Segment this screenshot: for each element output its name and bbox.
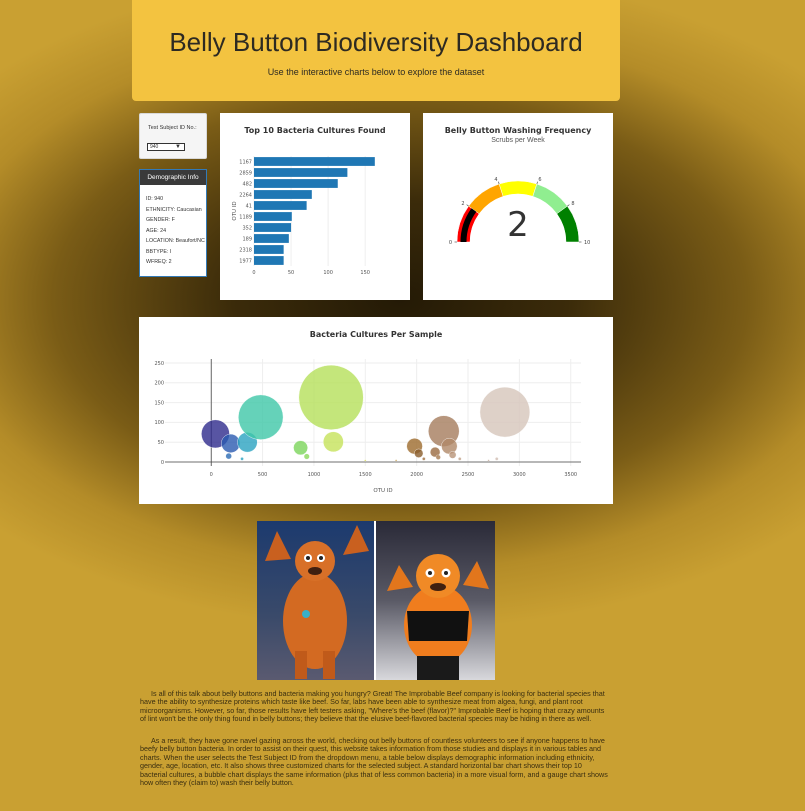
demo-location: LOCATION: Beaufort/NC [146, 238, 205, 244]
bar-x-tick-label: 150 [360, 270, 370, 276]
subject-selector-well: Test Subject ID No.: 940 ▼ [139, 113, 207, 159]
demo-age: AGE: 24 [146, 227, 167, 234]
bubble-x-tick-label: 2000 [410, 472, 423, 478]
bubble-point-2700 [487, 459, 490, 462]
bar-y-tick-label: 352 [242, 225, 252, 231]
mascot-photos [257, 521, 495, 680]
bubble-point-2420 [458, 457, 462, 461]
page-subtitle: Use the interactive charts below to expl… [267, 67, 485, 77]
bubble-y-tick-label: 250 [154, 361, 164, 367]
bubble-point-2210 [435, 454, 441, 460]
subject-selector-label: Test Subject ID No.: [148, 125, 197, 131]
bar-1167 [254, 157, 375, 166]
page-title: Belly Button Biodiversity Dashboard [169, 27, 583, 57]
demographic-info-list: ID: 940 ETHNICITY: Caucasian GENDER: F A… [140, 185, 206, 266]
bubble-point-2318 [441, 438, 458, 455]
demographic-panel: Demographic Info ID: 940 ETHNICITY: Cauc… [139, 169, 207, 277]
demo-wfreq: WFREQ: 2 [146, 259, 172, 265]
bubble-chart-card: Bacteria Cultures Per Sample 0 50 100 150 20… [139, 317, 613, 504]
bubble-x-tick-label: 500 [258, 472, 268, 478]
gauge-chart-card: Belly Button Washing Frequency Scrubs pe… [423, 113, 613, 300]
mascot-photo-right [376, 521, 495, 680]
bar-x-tick-label: 0 [252, 270, 255, 276]
bar-x-tick-label: 100 [323, 270, 333, 276]
bar-2264 [254, 190, 312, 199]
mascot-photo-left [257, 521, 374, 680]
bar-y-tick-label: 2318 [239, 247, 252, 253]
bubble-y-tick-label: 100 [154, 420, 164, 426]
intro-paragraph-2: As a result, they have gone navel gazing… [140, 736, 608, 788]
bar-y-tick-label: 2264 [239, 192, 252, 198]
bubble-x-tick-label: 3500 [564, 472, 577, 478]
bubble-point-2070 [422, 457, 426, 461]
bar-352 [254, 223, 292, 232]
intro-paragraph-1: Is all of this talk about belly buttons … [140, 689, 605, 724]
bubble-x-tick-label: 1500 [359, 472, 372, 478]
bar-2318 [254, 245, 284, 254]
bubble-y-tick-label: 200 [154, 381, 164, 387]
bar-y-tick-label: 1167 [239, 159, 252, 165]
bubble-point-482 [238, 394, 284, 440]
bar-y-tick-label: 482 [242, 181, 252, 187]
bubble-point-1500 [364, 459, 367, 462]
demo-ethnicity: ETHNICITY: Caucasian [146, 206, 202, 213]
bar-y-tick-label: 1977 [239, 258, 252, 264]
bubble-point-870 [293, 440, 308, 456]
demo-bbtype: BBTYPE: I [146, 248, 172, 255]
bar-y-tick-label: 189 [242, 236, 252, 242]
gauge-tick-label: 6 [538, 177, 541, 183]
demo-id: ID: 940 [146, 196, 164, 202]
bar-chart[interactable]: 0 50 100 150 1167 2859 482 2264 41 1189 352 189 2318… [220, 113, 410, 300]
bar-1189 [254, 212, 292, 221]
bubble-point-300 [240, 457, 244, 461]
chevron-down-icon: ▼ [175, 144, 181, 150]
subject-id-dropdown[interactable]: 940 ▼ [147, 143, 185, 151]
bar-189 [254, 234, 289, 243]
bubble-x-tick-label: 2500 [462, 472, 475, 478]
gauge-band-2 [498, 180, 538, 197]
bubble-y-tick-label: 150 [154, 400, 164, 406]
bubble-point-189 [221, 433, 241, 453]
bar-41 [254, 201, 307, 210]
bubble-point-2780 [494, 457, 499, 461]
bubble-x-tick-label: 0 [210, 472, 213, 478]
bubble-x-tick-label: 3000 [513, 472, 526, 478]
mascot-photo-pair [257, 521, 495, 680]
bar-y-tick-label: 2859 [239, 170, 252, 176]
bar-482 [254, 179, 338, 188]
bubble-point-1167 [298, 364, 364, 430]
bar-y-axis-title: OTU ID [232, 201, 238, 220]
bar-y-tick-label: 41 [246, 203, 252, 209]
bubble-point-170 [225, 452, 232, 460]
gauge-tick-label: 4 [494, 177, 497, 183]
bubble-y-tick-label: 0 [161, 460, 164, 466]
bubble-point-2350 [448, 451, 457, 459]
bar-chart-card: Top 10 Bacteria Cultures Found 0 50 100 150… [220, 113, 410, 300]
bubble-x-axis-title: OTU ID [373, 488, 392, 494]
bubble-point-1189 [323, 431, 344, 453]
bubble-y-tick-label: 50 [158, 440, 164, 446]
demo-gender: GENDER: F [146, 217, 175, 223]
header-jumbotron: Belly Button Biodiversity Dashboard Use … [132, 0, 620, 101]
bubble-point-1800 [394, 459, 398, 462]
bubble-point-930 [303, 453, 310, 460]
bar-x-tick-label: 50 [288, 270, 294, 276]
bubble-chart[interactable]: 0501001502002500 500 1000 1500 2000 2500 3000 3… [139, 317, 613, 504]
bar-1977 [254, 256, 284, 265]
bar-2859 [254, 168, 348, 177]
bubble-point-2859 [479, 386, 531, 438]
subject-id-selected: 940 [150, 144, 159, 150]
bar-y-tick-label: 1189 [239, 214, 252, 220]
gauge-tick [498, 181, 500, 185]
gauge-value: 2 [507, 205, 529, 245]
demographic-panel-title: Demographic Info [140, 170, 206, 185]
bubble-point-2020 [414, 448, 424, 458]
bubble-x-tick-label: 1000 [308, 472, 321, 478]
